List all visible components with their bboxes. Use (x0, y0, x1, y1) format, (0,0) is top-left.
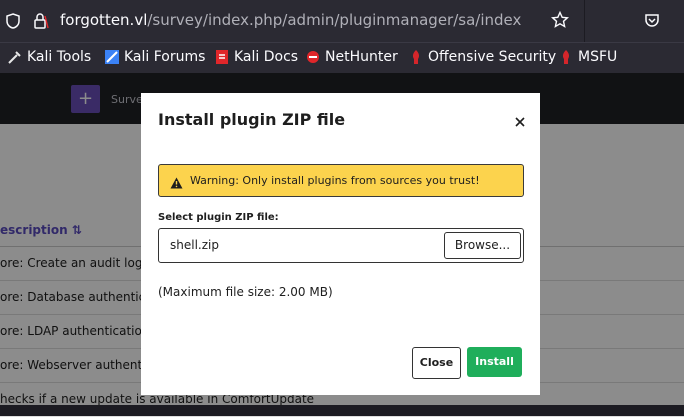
bookmark-msfu[interactable]: MSFU (559, 49, 617, 65)
selected-file-name: shell.zip (170, 238, 219, 252)
kali-tools-icon (8, 51, 21, 64)
browser-url-bar: forgotten.vl/survey/index.php/admin/plug… (0, 0, 684, 42)
bookmark-kali-forums[interactable]: Kali Forums (105, 49, 205, 65)
close-icon[interactable] (513, 114, 527, 133)
bookmarks-bar: Kali Tools Kali Forums Kali Docs NetHunt… (0, 42, 684, 73)
bookmark-label: MSFU (578, 49, 618, 65)
install-button[interactable]: Install (467, 347, 522, 377)
bookmark-label: NetHunter (325, 49, 398, 65)
bookmark-star-icon[interactable] (550, 10, 570, 33)
url-field[interactable]: forgotten.vl/survey/index.php/admin/plug… (60, 11, 521, 29)
url-path: /survey/index.php/admin/pluginmanager/sa… (147, 11, 522, 29)
shield-icon[interactable] (6, 13, 20, 33)
bookmark-kali-tools[interactable]: Kali Tools (8, 49, 91, 65)
bookmark-nethunter[interactable]: NetHunter (306, 49, 398, 65)
lock-icon[interactable] (33, 12, 49, 34)
modal-title: Install plugin ZIP file (158, 110, 346, 129)
bookmark-offensive-security[interactable]: Offensive Security (409, 49, 556, 65)
nethunter-icon (307, 51, 319, 63)
bookmark-label: Kali Forums (124, 49, 206, 65)
bookmark-kali-docs[interactable]: Kali Docs (215, 49, 298, 65)
bookmark-label: Kali Tools (27, 49, 92, 65)
pocket-icon[interactable] (644, 13, 660, 33)
kali-forums-icon (105, 50, 119, 64)
kali-docs-icon (216, 50, 228, 64)
warning-icon (170, 174, 183, 193)
offsec-icon (412, 50, 420, 64)
warning-alert: Warning: Only install plugins from sourc… (158, 164, 524, 197)
file-field-label: Select plugin ZIP file: (158, 212, 279, 223)
bookmark-label: Kali Docs (234, 49, 299, 65)
warning-text: Warning: Only install plugins from sourc… (190, 174, 480, 187)
close-button[interactable]: Close (412, 347, 461, 379)
msfu-icon (562, 50, 570, 64)
max-file-size-note: (Maximum file size: 2.00 MB) (158, 285, 333, 299)
url-host: forgotten.vl (60, 11, 148, 29)
bookmark-label: Offensive Security (428, 49, 557, 65)
toolbar-divider (584, 0, 585, 42)
plugin-file-input[interactable]: shell.zip Browse... (158, 228, 524, 263)
browse-button[interactable]: Browse... (444, 232, 521, 259)
install-plugin-modal: Install plugin ZIP file Warning: Only in… (141, 93, 540, 395)
